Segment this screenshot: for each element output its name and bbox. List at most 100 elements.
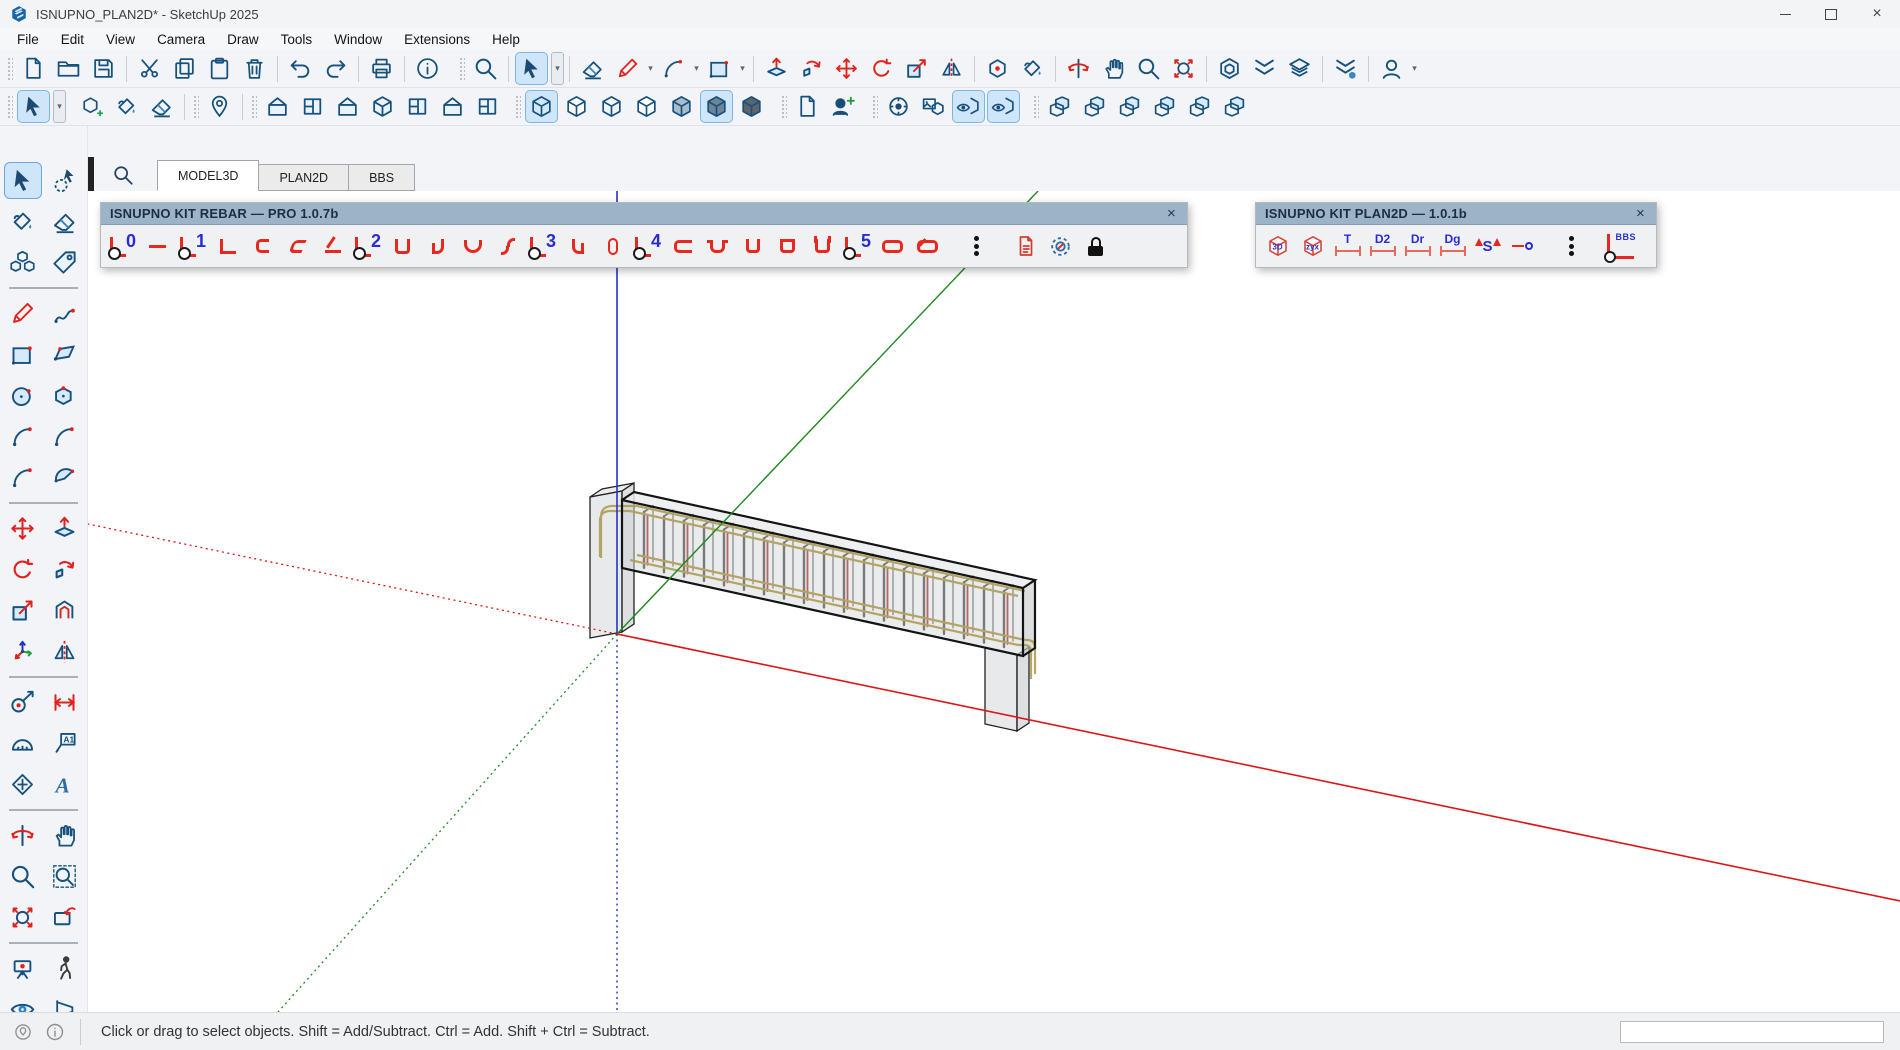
grip-handle[interactable] — [251, 95, 257, 119]
rebar-u-round-button[interactable] — [456, 229, 489, 263]
maximize-button[interactable] — [1808, 0, 1854, 28]
zoom-window-button[interactable] — [46, 858, 84, 895]
report-document-button[interactable] — [1009, 229, 1042, 263]
rebar-toolbar-header[interactable]: ISNUPNO KIT REBAR — PRO 1.0.7b × — [101, 203, 1187, 225]
geolocation-button[interactable] — [10, 1019, 36, 1045]
stirrup-u-hook-in-button[interactable] — [771, 229, 804, 263]
rebar-shape-0-button[interactable]: 0 — [106, 229, 139, 263]
dropdown-arrow[interactable]: ▾ — [645, 63, 656, 74]
eye-cube-back-button[interactable] — [987, 90, 1020, 123]
tab-plan2d[interactable]: PLAN2D — [258, 164, 349, 191]
help-info-button[interactable] — [42, 1019, 68, 1045]
dropdown-arrow[interactable]: ▾ — [53, 90, 66, 123]
stirrup-closed-button[interactable] — [876, 229, 909, 263]
minimize-button[interactable] — [1762, 0, 1808, 28]
menu-camera[interactable]: Camera — [146, 30, 216, 49]
save-button[interactable] — [87, 52, 120, 85]
rebar-hook-slant-button[interactable] — [281, 229, 314, 263]
monochrome-button[interactable] — [735, 90, 768, 123]
stirrup-u-hook-out-button[interactable] — [806, 229, 839, 263]
select-tool-button[interactable] — [17, 90, 50, 123]
extension-warehouse-button[interactable] — [1248, 52, 1281, 85]
tape-measure-button[interactable] — [4, 684, 42, 721]
license-lock-button[interactable] — [1079, 229, 1112, 263]
rebar-shape-2-button[interactable]: 2 — [351, 229, 384, 263]
eraser-tool-button[interactable] — [46, 203, 84, 240]
rebar-hook-c-button[interactable] — [246, 229, 279, 263]
add-collaborator-button[interactable] — [826, 90, 859, 123]
rectangle-tool-button[interactable] — [4, 336, 42, 373]
model-info-button[interactable] — [411, 52, 444, 85]
xray-mode-button[interactable] — [525, 90, 558, 123]
paint-bucket-button[interactable] — [1016, 52, 1049, 85]
dimension-d2-button[interactable]: D2 — [1366, 229, 1399, 263]
rebar-j-hook-button[interactable] — [421, 229, 454, 263]
measurements-input[interactable] — [1620, 1021, 1884, 1043]
dimension-dr-button[interactable]: Dr — [1401, 229, 1434, 263]
add-location-button[interactable] — [203, 90, 236, 123]
hidden-line-button[interactable] — [630, 90, 663, 123]
rotate-button[interactable] — [4, 551, 42, 588]
shaded-button[interactable] — [665, 90, 698, 123]
rebar-shape-3-button[interactable]: 3 — [526, 229, 559, 263]
split-button[interactable] — [1218, 90, 1251, 123]
new-file-button[interactable] — [17, 52, 50, 85]
menu-extensions[interactable]: Extensions — [393, 30, 481, 49]
view-left-button[interactable] — [436, 90, 469, 123]
print-button[interactable] — [365, 52, 398, 85]
grip-handle[interactable] — [872, 95, 878, 119]
polygon-tool-button[interactable] — [46, 377, 84, 414]
flip-button[interactable] — [935, 52, 968, 85]
follow-me-button[interactable] — [795, 52, 828, 85]
stirrup-open-button[interactable] — [666, 229, 699, 263]
tab-bbs[interactable]: BBS — [348, 164, 415, 191]
wireframe-button[interactable] — [595, 90, 628, 123]
model-viewport[interactable] — [88, 191, 1900, 1012]
view-iso-button[interactable] — [261, 90, 294, 123]
union-button[interactable] — [1113, 90, 1146, 123]
rebar-shape-4-button[interactable]: 4 — [631, 229, 664, 263]
rebar-bent-l-button[interactable] — [316, 229, 349, 263]
zoom-extents-button[interactable] — [1167, 52, 1200, 85]
zoom-extents-button[interactable] — [4, 899, 42, 936]
axes-arrows-button[interactable] — [4, 633, 42, 670]
stirrup-u-flared-button[interactable] — [701, 229, 734, 263]
dimension-t-button[interactable]: T — [1331, 229, 1364, 263]
rebar-j-hook-left-button[interactable] — [561, 229, 594, 263]
circle-tool-button[interactable] — [4, 377, 42, 414]
back-edges-button[interactable] — [560, 90, 593, 123]
push-pull-button[interactable] — [760, 52, 793, 85]
sample-paint-button[interactable] — [981, 52, 1014, 85]
dimension-dg-button[interactable]: Dg — [1436, 229, 1469, 263]
menu-tools[interactable]: Tools — [270, 30, 324, 49]
rebar-u-bend-button[interactable] — [386, 229, 419, 263]
3d-text-button[interactable] — [46, 766, 84, 803]
eye-cube-front-button[interactable] — [952, 90, 985, 123]
line-tool-button[interactable] — [4, 295, 42, 332]
line-tool-button[interactable] — [611, 52, 644, 85]
cut-button[interactable] — [133, 52, 166, 85]
intersect-button[interactable] — [1078, 90, 1111, 123]
sign-in-button[interactable] — [1375, 52, 1408, 85]
pie-tool-button[interactable] — [46, 459, 84, 496]
zoom-tool-button[interactable] — [4, 858, 42, 895]
grip-handle[interactable] — [193, 95, 199, 119]
lasso-select-button[interactable] — [46, 162, 84, 199]
follow-me-button[interactable] — [46, 551, 84, 588]
view-3d-button[interactable]: 3D — [1261, 229, 1294, 263]
eraser-tool-button[interactable] — [576, 52, 609, 85]
rotate-button[interactable] — [865, 52, 898, 85]
menu-window[interactable]: Window — [323, 30, 393, 49]
two-point-arc-button[interactable] — [46, 418, 84, 455]
move-button[interactable] — [4, 510, 42, 547]
components-button[interactable] — [4, 244, 42, 281]
dropdown-arrow[interactable]: ▾ — [691, 63, 702, 74]
layers-button[interactable] — [1283, 52, 1316, 85]
grip-handle[interactable] — [781, 95, 787, 119]
paste-button[interactable] — [203, 52, 236, 85]
new-document-button[interactable] — [791, 90, 824, 123]
open-file-button[interactable] — [52, 52, 85, 85]
move-button[interactable] — [830, 52, 863, 85]
eraser-tool-button[interactable] — [145, 90, 178, 123]
paint-bucket-button[interactable] — [4, 203, 42, 240]
